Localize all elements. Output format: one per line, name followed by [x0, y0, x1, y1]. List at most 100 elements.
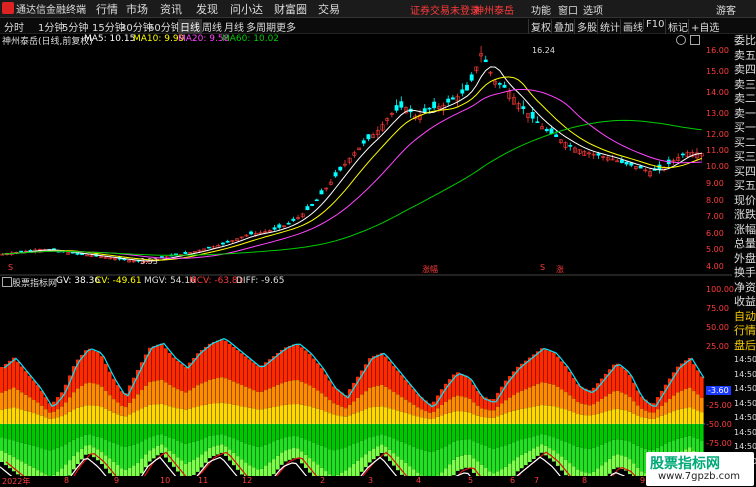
indicator-bar-up: [344, 408, 348, 417]
quote-panel-item[interactable]: 卖二: [734, 92, 756, 105]
indicator-bar-down: [236, 440, 240, 457]
quote-panel-item[interactable]: 自动: [734, 310, 756, 323]
event-marker[interactable]: 涨: [556, 264, 564, 275]
quote-panel-item[interactable]: 买三: [734, 150, 756, 163]
candle-body: [544, 128, 549, 132]
quote-panel-item[interactable]: 卖四: [734, 63, 756, 76]
indicator-bar-down: [104, 424, 108, 440]
indicator-bar-up: [60, 406, 64, 417]
quote-panel-item[interactable]: 14:50: [734, 368, 756, 381]
period-daily[interactable]: 日线: [178, 19, 202, 34]
quote-panel-item[interactable]: 14:50: [734, 353, 756, 366]
indicator-bar-down: [356, 424, 360, 443]
date-tick: 11: [198, 476, 209, 485]
statistics-button[interactable]: 统计: [597, 19, 622, 34]
menu-guest[interactable]: 游客: [716, 2, 736, 17]
quote-panel-item[interactable]: 买五: [734, 179, 756, 192]
menu-wealth-circle[interactable]: 财富圈: [274, 1, 307, 17]
quote-panel-item[interactable]: 盘后: [734, 339, 756, 352]
indicator-bar-up: [600, 398, 604, 413]
indicator-bar-up: [508, 412, 512, 424]
quote-panel-item[interactable]: 14:50: [734, 382, 756, 395]
indicator-bar-up: [244, 386, 248, 408]
menu-quotes[interactable]: 行情: [96, 1, 118, 17]
mark-button[interactable]: 标记: [665, 19, 690, 34]
indicator-bar-down: [208, 447, 212, 459]
quote-panel-item[interactable]: 换手: [734, 266, 756, 279]
indicator-bar-up: [360, 410, 364, 424]
period-60min[interactable]: 60分钟: [148, 19, 181, 34]
candle-body: [249, 231, 254, 235]
price-tick: 15.00: [706, 67, 729, 76]
period-5min[interactable]: 5分钟: [62, 19, 88, 34]
menu-functions[interactable]: 功能: [531, 2, 551, 17]
indicator-bar-down: [36, 424, 40, 448]
quote-panel-item[interactable]: 涨幅: [734, 223, 756, 236]
menu-options[interactable]: 选项: [583, 2, 603, 17]
indicator-bar-up: [312, 358, 316, 388]
indicator-bar-up: [608, 393, 612, 411]
indicator-bar-down: [532, 448, 536, 459]
quote-panel-item[interactable]: 14:50: [734, 397, 756, 410]
indicator-bar-down: [676, 424, 680, 439]
quote-panel-item[interactable]: 委比: [734, 34, 756, 47]
indicator-bar-up: [456, 395, 460, 412]
indicator-bar-up: [664, 414, 668, 424]
quote-panel-item[interactable]: 14:50: [734, 426, 756, 439]
quote-panel-item[interactable]: 收益: [734, 295, 756, 308]
quote-panel-item[interactable]: 14:50: [734, 411, 756, 424]
menu-discover[interactable]: 发现: [196, 1, 218, 17]
indicator-bar-up: [360, 394, 364, 411]
indicator-bar-up: [116, 414, 120, 424]
indicator-bar-up: [632, 382, 636, 402]
candlestick-chart[interactable]: [0, 46, 732, 476]
indicator-menu-icon[interactable]: [2, 277, 12, 287]
quote-panel-item[interactable]: 卖一: [734, 107, 756, 120]
quote-panel-item[interactable]: 买一: [734, 121, 756, 134]
quote-panel-item[interactable]: 买四: [734, 165, 756, 178]
quote-panel-item[interactable]: 卖五: [734, 49, 756, 62]
menu-market[interactable]: 市场: [126, 1, 148, 17]
indicator-bar-up: [424, 418, 428, 424]
indicator-bar-down: [128, 424, 132, 446]
overlay-button[interactable]: 叠加: [551, 19, 576, 34]
quote-panel-item[interactable]: 净资: [734, 281, 756, 294]
indicator-bar-down: [596, 424, 600, 447]
indicator-bar-up: [236, 383, 240, 406]
indicator-bar-up: [636, 405, 640, 416]
menu-trade[interactable]: 交易: [318, 1, 340, 17]
menu-window[interactable]: 窗口: [558, 2, 578, 17]
period-weekly[interactable]: 周线: [202, 19, 222, 34]
add-watchlist-button[interactable]: +自选: [688, 19, 721, 34]
multi-stock-button[interactable]: 多股: [574, 19, 599, 34]
quote-panel-item[interactable]: 涨跌: [734, 208, 756, 221]
login-warning[interactable]: 证券交易未登录: [410, 2, 480, 17]
price-tick: 4.00: [706, 262, 724, 271]
quote-panel-item[interactable]: 买二: [734, 136, 756, 149]
period-multi[interactable]: 多周期: [246, 19, 276, 34]
period-monthly[interactable]: 月线: [224, 19, 244, 34]
indicator-name[interactable]: 股票指标网: [12, 276, 57, 289]
quote-panel-item[interactable]: 总量: [734, 237, 756, 250]
quote-panel-item[interactable]: 现价: [734, 194, 756, 207]
settings-icon[interactable]: [676, 35, 686, 45]
indicator-bar-up: [276, 384, 280, 407]
draw-line-button[interactable]: 画线: [620, 19, 645, 34]
period-tick[interactable]: 分时: [4, 19, 24, 34]
adjust-button[interactable]: 复权: [528, 19, 553, 34]
indicator-bar-up: [308, 385, 312, 407]
quote-panel-item[interactable]: 外盘: [734, 252, 756, 265]
period-more[interactable]: 更多: [276, 19, 296, 34]
indicator-bar-down: [532, 424, 536, 437]
maximize-icon[interactable]: [690, 35, 700, 45]
f10-button[interactable]: F10: [643, 19, 666, 30]
indicator-bar-down: [548, 424, 552, 437]
quote-panel-item[interactable]: 卖三: [734, 78, 756, 91]
menu-ask[interactable]: 问小达: [230, 1, 263, 17]
candle-body: [314, 199, 319, 202]
indicator-bar-down: [20, 442, 24, 462]
quote-panel-item[interactable]: 行情: [734, 324, 756, 337]
event-marker[interactable]: 涨幅: [422, 264, 438, 275]
menu-news[interactable]: 资讯: [160, 1, 182, 17]
period-1min[interactable]: 1分钟: [38, 19, 64, 34]
